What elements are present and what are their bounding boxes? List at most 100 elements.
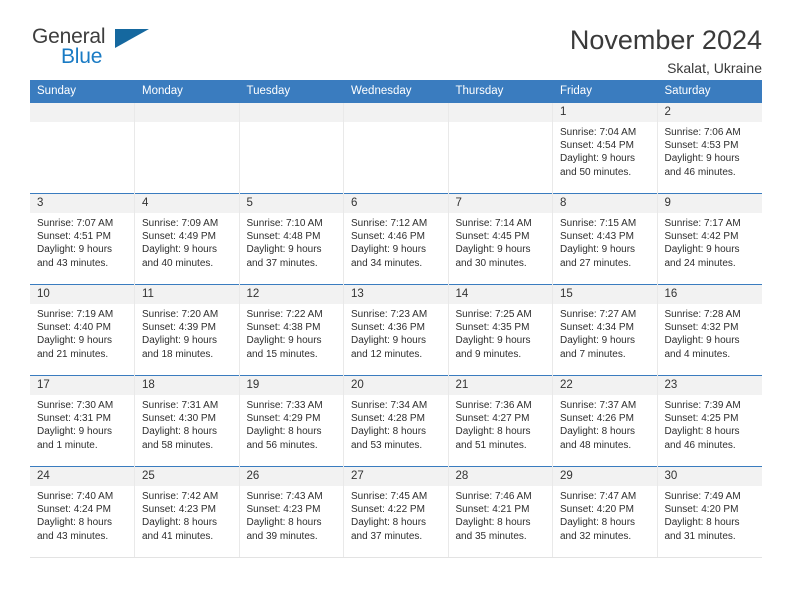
calendar-day-cell[interactable]: 29 Sunrise: 7:47 AM Sunset: 4:20 PM Dayligh… xyxy=(552,466,658,558)
daylight-text: Daylight: 9 hours and 21 minutes. xyxy=(37,335,113,360)
sunset-text: Sunset: 4:40 PM xyxy=(37,322,111,334)
sunset-text: Sunset: 4:46 PM xyxy=(351,231,425,243)
logo-text-general: General xyxy=(32,25,106,48)
sunset-text: Sunset: 4:34 PM xyxy=(560,322,634,334)
sunset-text: Sunset: 4:22 PM xyxy=(351,504,425,516)
weekday-header-thursday: Thursday xyxy=(448,80,553,103)
day-number: 22 xyxy=(553,376,657,395)
weekday-header-row: Sunday Monday Tuesday Wednesday Thursday Frid… xyxy=(30,80,762,103)
weekday-header-friday: Friday xyxy=(552,80,658,103)
daylight-text: Daylight: 8 hours and 56 minutes. xyxy=(246,426,322,451)
daylight-text: Daylight: 8 hours and 43 minutes. xyxy=(37,517,113,542)
calendar-day-cell[interactable]: 8 Sunrise: 7:15 AM Sunset: 4:43 PM Daylight… xyxy=(552,193,658,285)
day-number: 2 xyxy=(657,103,762,122)
day-number: 23 xyxy=(657,376,762,395)
calendar-day-cell[interactable]: 4 Sunrise: 7:09 AM Sunset: 4:49 PM Daylight… xyxy=(134,193,240,285)
day-sun-info: Sunrise: 7:09 AM Sunset: 4:49 PM Daylight:… xyxy=(135,213,239,270)
calendar-day-cell[interactable]: 12 Sunrise: 7:22 AM Sunset: 4:38 PM Dayligh… xyxy=(239,284,344,376)
calendar-day-cell-empty xyxy=(448,102,553,194)
calendar-day-cell[interactable]: 6 Sunrise: 7:12 AM Sunset: 4:46 PM Daylight… xyxy=(343,193,449,285)
day-number: 17 xyxy=(30,376,134,395)
calendar-day-cell[interactable]: 16 Sunrise: 7:28 AM Sunset: 4:32 PM Dayligh… xyxy=(657,284,762,376)
calendar-day-cell[interactable]: 22 Sunrise: 7:37 AM Sunset: 4:26 PM Dayligh… xyxy=(552,375,658,467)
day-number: 29 xyxy=(553,467,657,486)
sunrise-text: Sunrise: 7:15 AM xyxy=(560,218,637,229)
calendar-day-cell[interactable]: 10 Sunrise: 7:19 AM Sunset: 4:40 PM Dayligh… xyxy=(30,284,135,376)
calendar-day-cell[interactable]: 17 Sunrise: 7:30 AM Sunset: 4:31 PM Dayligh… xyxy=(30,375,135,467)
day-sun-info: Sunrise: 7:20 AM Sunset: 4:39 PM Daylight:… xyxy=(135,304,239,361)
calendar-day-cell[interactable]: 1 Sunrise: 7:04 AM Sunset: 4:54 PM Daylight… xyxy=(552,102,658,194)
calendar-day-cell[interactable]: 23 Sunrise: 7:39 AM Sunset: 4:25 PM Dayligh… xyxy=(657,375,762,467)
day-cell-inner: 19 Sunrise: 7:33 AM Sunset: 4:29 PM Dayligh… xyxy=(239,376,344,466)
sunset-text: Sunset: 4:28 PM xyxy=(351,413,425,425)
day-number xyxy=(448,103,552,122)
calendar-day-cell[interactable]: 21 Sunrise: 7:36 AM Sunset: 4:27 PM Dayligh… xyxy=(448,375,553,467)
day-cell-inner: 21 Sunrise: 7:36 AM Sunset: 4:27 PM Dayligh… xyxy=(448,376,553,466)
day-cell-inner: 16 Sunrise: 7:28 AM Sunset: 4:32 PM Dayligh… xyxy=(657,285,762,375)
weekday-header-monday: Monday xyxy=(134,80,240,103)
day-sun-info: Sunrise: 7:28 AM Sunset: 4:32 PM Daylight:… xyxy=(658,304,762,361)
calendar-day-cell[interactable]: 3 Sunrise: 7:07 AM Sunset: 4:51 PM Daylight… xyxy=(30,193,135,285)
day-cell-inner: 1 Sunrise: 7:04 AM Sunset: 4:54 PM Daylight… xyxy=(553,103,657,193)
day-sun-info: Sunrise: 7:37 AM Sunset: 4:26 PM Daylight:… xyxy=(553,395,657,452)
day-number: 28 xyxy=(448,467,552,486)
sunrise-text: Sunrise: 7:07 AM xyxy=(37,218,114,229)
calendar-day-cell-empty xyxy=(134,102,240,194)
calendar-day-cell[interactable]: 14 Sunrise: 7:25 AM Sunset: 4:35 PM Dayligh… xyxy=(448,284,553,376)
daylight-text: Daylight: 8 hours and 37 minutes. xyxy=(351,517,427,542)
calendar-day-cell[interactable]: 15 Sunrise: 7:27 AM Sunset: 4:34 PM Dayligh… xyxy=(552,284,658,376)
calendar-day-cell[interactable]: 24 Sunrise: 7:40 AM Sunset: 4:24 PM Dayligh… xyxy=(30,466,135,558)
day-sun-info: Sunrise: 7:36 AM Sunset: 4:27 PM Daylight:… xyxy=(449,395,553,452)
sunset-text: Sunset: 4:53 PM xyxy=(664,140,739,152)
day-sun-info: Sunrise: 7:33 AM Sunset: 4:29 PM Daylight:… xyxy=(240,395,344,452)
day-sun-info: Sunrise: 7:23 AM Sunset: 4:36 PM Daylight:… xyxy=(344,304,448,361)
calendar-day-cell[interactable]: 5 Sunrise: 7:10 AM Sunset: 4:48 PM Daylight… xyxy=(239,193,344,285)
sunset-text: Sunset: 4:49 PM xyxy=(142,231,216,243)
day-number: 20 xyxy=(344,376,448,395)
day-number: 26 xyxy=(239,467,343,486)
day-cell-inner: 7 Sunrise: 7:14 AM Sunset: 4:45 PM Daylight… xyxy=(448,194,552,284)
calendar-week-row: 1 Sunrise: 7:04 AM Sunset: 4:54 PM Daylight… xyxy=(30,102,762,194)
general-blue-logo[interactable]: General Blue xyxy=(30,26,160,72)
daylight-text: Daylight: 8 hours and 48 minutes. xyxy=(560,426,636,451)
day-cell-inner: 25 Sunrise: 7:42 AM Sunset: 4:23 PM Dayligh… xyxy=(135,467,239,557)
daylight-text: Daylight: 8 hours and 53 minutes. xyxy=(351,426,427,451)
calendar-day-cell[interactable]: 7 Sunrise: 7:14 AM Sunset: 4:45 PM Daylight… xyxy=(448,193,553,285)
calendar-day-cell[interactable]: 13 Sunrise: 7:23 AM Sunset: 4:36 PM Dayligh… xyxy=(343,284,449,376)
day-sun-info: Sunrise: 7:07 AM Sunset: 4:51 PM Daylight:… xyxy=(30,213,134,270)
day-cell-inner: 8 Sunrise: 7:15 AM Sunset: 4:43 PM Daylight… xyxy=(553,194,657,284)
calendar-day-cell[interactable]: 28 Sunrise: 7:46 AM Sunset: 4:21 PM Dayligh… xyxy=(448,466,553,558)
calendar-day-cell[interactable]: 25 Sunrise: 7:42 AM Sunset: 4:23 PM Dayligh… xyxy=(134,466,240,558)
daylight-text: Daylight: 8 hours and 58 minutes. xyxy=(142,426,218,451)
daylight-text: Daylight: 9 hours and 9 minutes. xyxy=(455,335,531,360)
day-number: 11 xyxy=(135,285,239,304)
daylight-text: Daylight: 9 hours and 12 minutes. xyxy=(351,335,427,360)
calendar-day-cell[interactable]: 11 Sunrise: 7:20 AM Sunset: 4:39 PM Dayligh… xyxy=(134,284,240,376)
calendar-day-cell[interactable]: 19 Sunrise: 7:33 AM Sunset: 4:29 PM Dayligh… xyxy=(239,375,344,467)
calendar-day-cell[interactable]: 18 Sunrise: 7:31 AM Sunset: 4:30 PM Dayligh… xyxy=(134,375,240,467)
day-cell-inner: 28 Sunrise: 7:46 AM Sunset: 4:21 PM Dayligh… xyxy=(448,467,552,557)
weekday-header-sunday: Sunday xyxy=(30,80,135,103)
calendar-page: General Blue November 2024 Skalat, Ukrai… xyxy=(0,0,792,612)
day-cell-inner: 5 Sunrise: 7:10 AM Sunset: 4:48 PM Daylight… xyxy=(239,194,343,284)
sunset-text: Sunset: 4:24 PM xyxy=(37,504,111,516)
day-cell-inner: 3 Sunrise: 7:07 AM Sunset: 4:51 PM Daylight… xyxy=(30,194,134,284)
daylight-text: Daylight: 9 hours and 4 minutes. xyxy=(664,335,740,360)
sunrise-text: Sunrise: 7:10 AM xyxy=(246,218,323,229)
calendar-week-row: 3 Sunrise: 7:07 AM Sunset: 4:51 PM Daylight… xyxy=(30,193,762,285)
day-number xyxy=(344,103,448,122)
day-sun-info: Sunrise: 7:06 AM Sunset: 4:53 PM Daylight:… xyxy=(658,122,762,179)
sunrise-text: Sunrise: 7:42 AM xyxy=(142,491,219,502)
calendar-day-cell[interactable]: 30 Sunrise: 7:49 AM Sunset: 4:20 PM Dayligh… xyxy=(657,466,762,558)
calendar-week-row: 24 Sunrise: 7:40 AM Sunset: 4:24 PM Dayligh… xyxy=(30,466,762,558)
day-sun-info: Sunrise: 7:39 AM Sunset: 4:25 PM Daylight:… xyxy=(658,395,762,452)
sunrise-text: Sunrise: 7:33 AM xyxy=(246,400,323,411)
calendar-day-cell[interactable]: 20 Sunrise: 7:34 AM Sunset: 4:28 PM Dayligh… xyxy=(343,375,449,467)
sunrise-text: Sunrise: 7:19 AM xyxy=(37,309,114,320)
daylight-text: Daylight: 8 hours and 51 minutes. xyxy=(455,426,531,451)
calendar-day-cell[interactable]: 9 Sunrise: 7:17 AM Sunset: 4:42 PM Daylight… xyxy=(657,193,762,285)
calendar-day-cell[interactable]: 27 Sunrise: 7:45 AM Sunset: 4:22 PM Dayligh… xyxy=(343,466,449,558)
calendar-day-cell[interactable]: 2 Sunrise: 7:06 AM Sunset: 4:53 PM Daylight… xyxy=(657,102,762,194)
calendar-day-cell-empty xyxy=(343,102,449,194)
calendar-day-cell[interactable]: 26 Sunrise: 7:43 AM Sunset: 4:23 PM Dayligh… xyxy=(239,466,344,558)
